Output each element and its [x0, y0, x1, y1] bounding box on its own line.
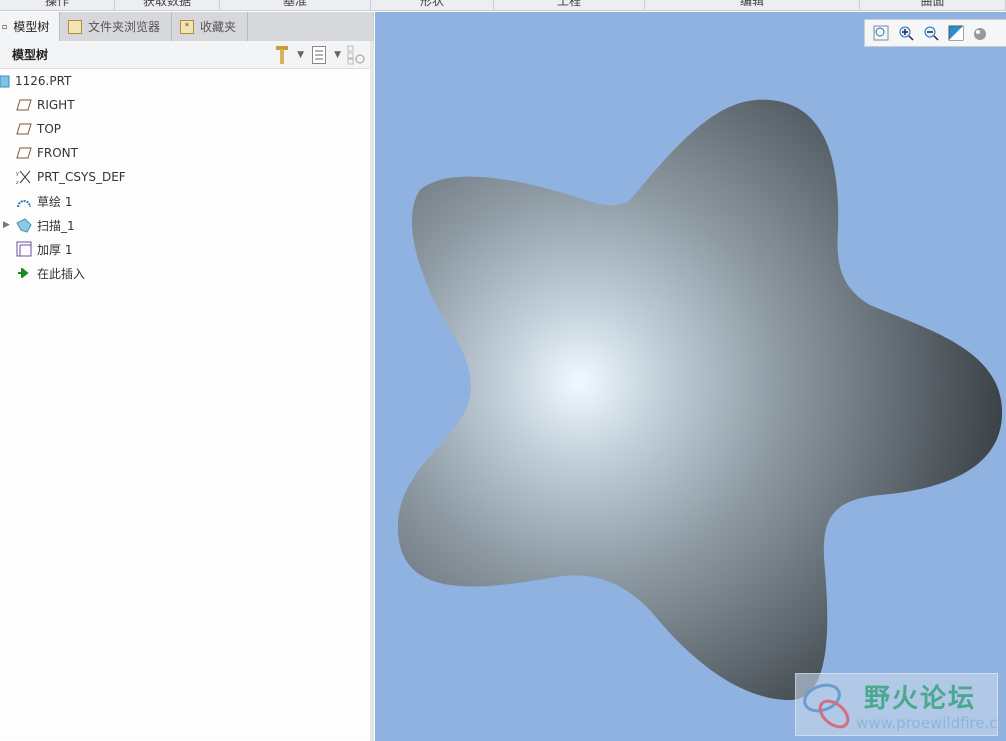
- model-tree-icon: ▫: [2, 22, 8, 31]
- list-icon: [312, 46, 327, 64]
- tree-header: 模型树 ▼ ▼: [0, 41, 373, 69]
- refit-button[interactable]: [871, 24, 890, 43]
- zoom-in-button[interactable]: [896, 24, 915, 43]
- csys-icon: yz: [16, 169, 32, 185]
- model-tree: 1126.PRT RIGHT TOP FRONT yz PRT_CSYS_DEF…: [0, 69, 373, 739]
- tree-item-part[interactable]: 1126.PRT: [0, 69, 71, 93]
- tree-item-csys[interactable]: yz PRT_CSYS_DEF: [16, 165, 126, 189]
- tree-header-title: 模型树: [12, 48, 49, 62]
- tree-item-insert-here[interactable]: 在此插入: [16, 261, 85, 285]
- repaint-button[interactable]: [946, 24, 965, 43]
- settings-tools-button[interactable]: [273, 45, 291, 65]
- watermark-url: www.proewildfire.cn: [856, 714, 1006, 732]
- datum-plane-icon: [16, 121, 32, 137]
- ribbon-group-bar: 操作 获取数据 基准 形状 工程 编辑 曲面: [0, 0, 1006, 11]
- part-icon: [0, 73, 10, 89]
- zoom-in-icon: [899, 26, 914, 41]
- tree-filter-icon: [347, 45, 365, 65]
- tab-folder-browser[interactable]: 文件夹浏览器: [60, 12, 172, 41]
- navigator-panel: ▫ 模型树 文件夹浏览器 * 收藏夹 模型树 ▼ ▼ 1126.PRT RIGH…: [0, 12, 374, 741]
- tree-item-thicken[interactable]: 加厚 1: [16, 237, 72, 261]
- show-menu-button[interactable]: [310, 45, 328, 65]
- display-style-button[interactable]: [971, 24, 990, 43]
- repaint-icon: [948, 25, 963, 41]
- star-model[interactable]: [375, 12, 1006, 741]
- datum-plane-icon: [16, 145, 32, 161]
- thicken-icon: [16, 241, 32, 257]
- svg-text:y: y: [16, 171, 19, 177]
- datum-plane-icon: [16, 97, 32, 113]
- zoom-out-icon: [924, 26, 939, 41]
- folder-icon: [68, 19, 82, 34]
- tree-item-sweep[interactable]: ▶ 扫描_1: [3, 213, 75, 237]
- expand-arrow-icon[interactable]: ▶: [3, 220, 16, 230]
- ribbon-group[interactable]: 曲面: [860, 0, 1006, 10]
- tab-model-tree[interactable]: ▫ 模型树: [0, 12, 60, 41]
- watermark-title: 野火论坛: [864, 684, 977, 714]
- insert-here-arrow-icon: [16, 265, 32, 281]
- svg-text:z: z: [16, 180, 19, 185]
- panel-splitter[interactable]: [370, 41, 374, 741]
- favorites-icon: *: [180, 19, 194, 34]
- ribbon-group[interactable]: 获取数据: [115, 0, 220, 10]
- view-toolbar: [864, 19, 1006, 47]
- hammer-icon: [276, 46, 289, 64]
- sweep-icon: [16, 217, 32, 233]
- ribbon-group[interactable]: 工程: [494, 0, 645, 10]
- ribbon-group[interactable]: 操作: [0, 0, 115, 10]
- navigator-tabs: ▫ 模型树 文件夹浏览器 * 收藏夹: [0, 12, 373, 41]
- sketch-icon: [16, 193, 32, 209]
- ribbon-group[interactable]: 形状: [371, 0, 494, 10]
- graphics-viewport[interactable]: [375, 12, 1006, 741]
- watermark-logo: 野火论坛 www.proewildfire.cn: [795, 673, 1006, 736]
- tree-item-sketch[interactable]: 草绘 1: [16, 189, 72, 213]
- ribbon-group[interactable]: 编辑: [645, 0, 860, 10]
- tree-item-top[interactable]: TOP: [16, 117, 61, 141]
- chevron-down-icon[interactable]: ▼: [334, 50, 341, 60]
- tree-item-right[interactable]: RIGHT: [16, 93, 75, 117]
- refit-icon: [873, 25, 888, 41]
- tree-item-front[interactable]: FRONT: [16, 141, 78, 165]
- ribbon-group[interactable]: 基准: [220, 0, 371, 10]
- zoom-out-button[interactable]: [921, 24, 940, 43]
- display-style-icon: [973, 28, 986, 40]
- tree-filter-button[interactable]: [347, 45, 365, 65]
- chevron-down-icon[interactable]: ▼: [297, 50, 304, 60]
- butterfly-logo-icon: [803, 683, 850, 729]
- tab-favorites[interactable]: * 收藏夹: [172, 12, 248, 41]
